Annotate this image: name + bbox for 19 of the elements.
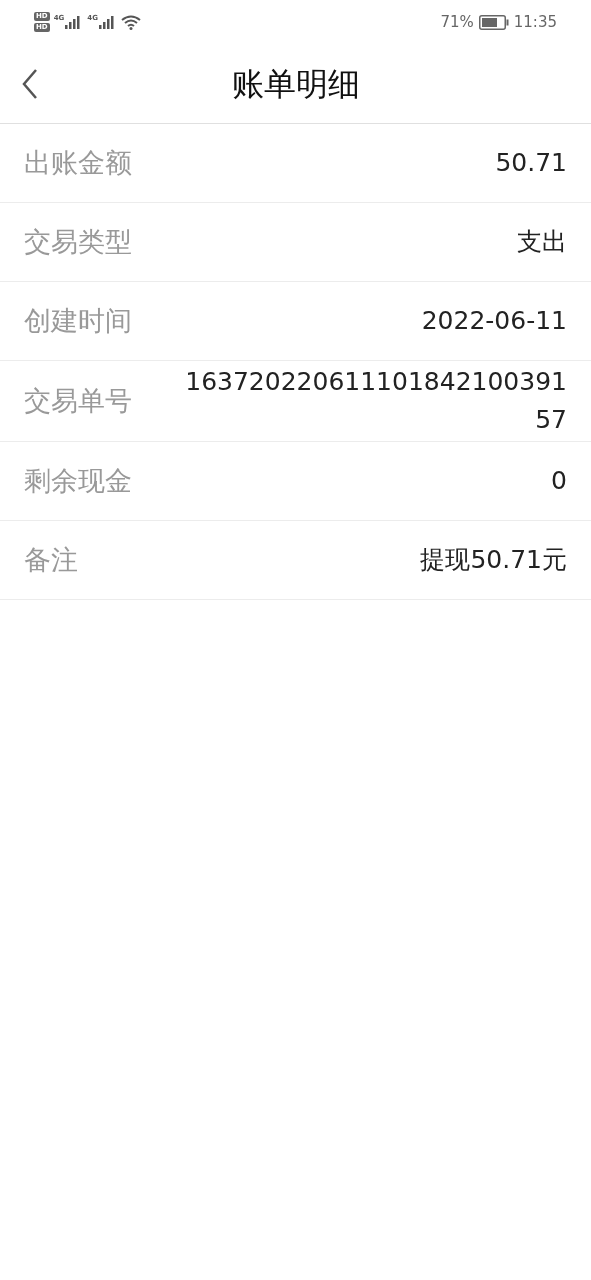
battery-icon: [478, 14, 509, 30]
battery-percent: 71%: [440, 11, 474, 33]
field-label: 交易类型: [24, 224, 132, 259]
field-value: 提现50.71元: [420, 544, 567, 576]
clock-time: 11:35: [513, 11, 557, 33]
field-value: 支出: [517, 226, 567, 258]
field-label: 交易单号: [24, 383, 132, 418]
wifi-icon: [120, 14, 141, 30]
field-label: 剩余现金: [24, 463, 132, 498]
signal-icon: [98, 15, 117, 29]
field-label: 出账金额: [24, 145, 132, 180]
field-label: 备注: [24, 542, 78, 577]
page-title: 账单明细: [231, 63, 360, 105]
back-icon: [22, 69, 38, 99]
field-label: 创建时间: [24, 303, 132, 338]
field-value: 2022-06-11: [421, 305, 567, 337]
field-value: 0: [551, 465, 567, 497]
field-value: 50.71: [495, 147, 567, 179]
field-value: 16372022061110184210039157: [184, 366, 567, 436]
